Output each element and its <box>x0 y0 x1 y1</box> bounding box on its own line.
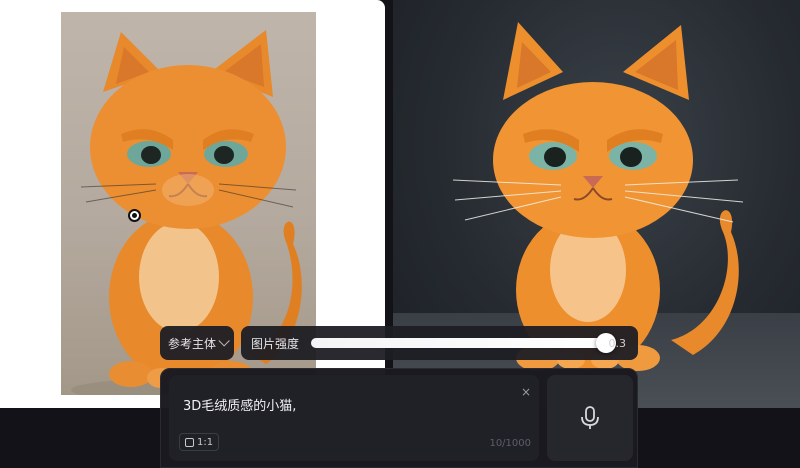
generation-toolbar: 参考主体 图片强度 0.3 <box>160 326 638 360</box>
image-to-image-editor: 参考主体 图片强度 0.3 3D毛绒质感的小猫, × 1:1 10/1000 <box>0 0 800 468</box>
chevron-down-icon <box>218 335 230 347</box>
microphone-icon <box>581 406 599 429</box>
aspect-ratio-button[interactable]: 1:1 <box>179 433 220 451</box>
image-strength-control: 图片强度 0.3 <box>241 326 638 360</box>
image-strength-slider-fill <box>311 338 606 348</box>
reference-subject-label: 参考主体 <box>168 336 217 351</box>
prompt-panel: 3D毛绒质感的小猫, × 1:1 10/1000 <box>160 368 638 468</box>
cursor-target-icon <box>128 209 141 222</box>
prompt-text: 3D毛绒质感的小猫, <box>183 399 297 414</box>
image-strength-value: 0.3 <box>608 336 627 350</box>
image-strength-label: 图片强度 <box>251 336 300 351</box>
character-count: 10/1000 <box>489 438 531 449</box>
voice-input-button[interactable] <box>547 375 633 461</box>
square-ratio-icon <box>185 437 194 447</box>
aspect-ratio-label: 1:1 <box>197 436 214 448</box>
prompt-input[interactable]: 3D毛绒质感的小猫, × 1:1 10/1000 <box>169 375 539 461</box>
clear-prompt-button[interactable]: × <box>521 385 531 399</box>
image-strength-slider[interactable] <box>311 333 616 353</box>
reference-subject-dropdown[interactable]: 参考主体 <box>160 326 234 360</box>
